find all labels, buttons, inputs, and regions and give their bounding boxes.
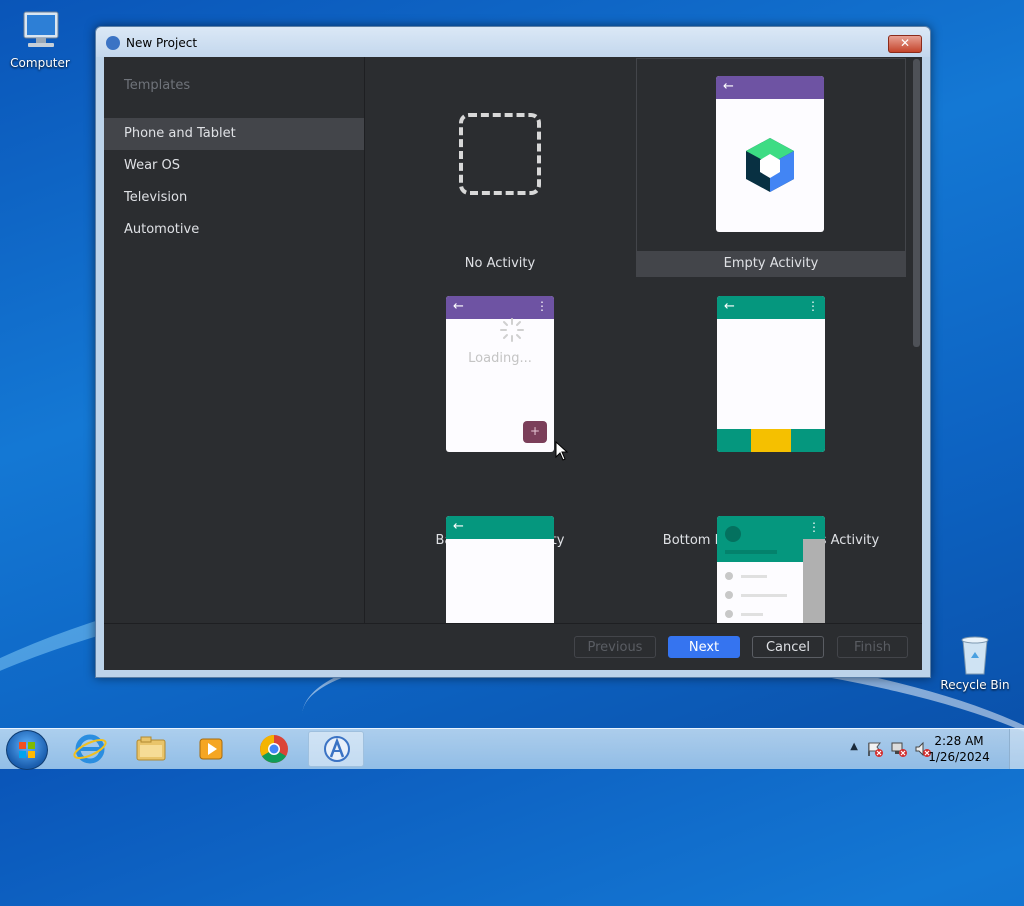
template-bottom-navigation-views-activity[interactable]: ← ⋮ Bottom Navigation Views Activity: [636, 277, 906, 548]
clock-date: 1/26/2024: [928, 750, 990, 764]
start-button[interactable]: [6, 730, 48, 770]
previous-button[interactable]: Previous: [574, 636, 656, 658]
taskbar-android-studio[interactable]: [308, 731, 364, 767]
sidebar-header: Templates: [124, 78, 191, 93]
taskbar-chrome[interactable]: [246, 731, 302, 767]
back-arrow-icon: ←: [453, 299, 464, 314]
drawer-scrim: [803, 539, 825, 623]
template-label: Empty Activity: [636, 251, 906, 277]
app-bar: ←: [446, 516, 554, 539]
fab-add-icon: +: [523, 421, 547, 443]
bottom-nav-selected-item: [751, 429, 791, 452]
chrome-icon: [260, 735, 288, 763]
overflow-menu-icon: ⋮: [536, 299, 548, 313]
taskbar-media-player[interactable]: [184, 731, 240, 767]
template-preview: ← ⋮ Loading... +: [446, 296, 554, 452]
template-basic-views-activity[interactable]: ← ⋮ Loading... + Basic Views Act: [365, 277, 635, 548]
media-player-icon: [199, 738, 223, 760]
back-arrow-icon: ←: [453, 519, 464, 534]
clock[interactable]: 2:28 AM 1/26/2024: [924, 733, 994, 765]
taskbar-file-explorer[interactable]: [123, 731, 179, 767]
mouse-cursor-icon: [555, 441, 569, 461]
bottom-navigation-bar: [717, 429, 825, 452]
list-line: [741, 613, 763, 616]
template-preview: ←: [446, 516, 554, 623]
show-desktop-button[interactable]: [1009, 729, 1024, 769]
sidebar-item-automotive[interactable]: Automotive: [104, 214, 364, 246]
template-preview: ⋮: [717, 516, 825, 623]
empty-template-icon: [459, 113, 541, 195]
folder-icon: [136, 736, 166, 761]
scrollbar-thumb[interactable]: [913, 59, 920, 347]
back-arrow-icon: ←: [724, 299, 735, 314]
list-bullet: [725, 572, 733, 580]
network-icon[interactable]: [890, 741, 908, 757]
title-bar[interactable]: New Project ✕: [96, 27, 930, 57]
loading-text: Loading...: [468, 351, 532, 366]
desktop-icon-computer[interactable]: Computer: [0, 8, 80, 70]
desktop-icon-recycle-bin[interactable]: Recycle Bin: [935, 630, 1015, 692]
taskbar-internet-explorer[interactable]: [62, 731, 118, 767]
template-preview: ←: [716, 76, 824, 232]
overflow-menu-icon: ⋮: [803, 516, 825, 539]
show-hidden-icons-icon[interactable]: ▲: [850, 741, 858, 752]
android-studio-icon: [106, 36, 120, 50]
dialog-button-bar: Previous Next Cancel Finish: [104, 623, 922, 670]
internet-explorer-icon: [73, 734, 107, 764]
recycle-bin-icon: [951, 630, 999, 675]
list-line: [741, 594, 787, 597]
sidebar-item-wear-os[interactable]: Wear OS: [104, 150, 364, 182]
template-preview: ← ⋮: [717, 296, 825, 452]
drawer-header-line: [725, 550, 777, 554]
sidebar-item-television[interactable]: Television: [104, 182, 364, 214]
desktop-icon-label: Computer: [10, 56, 70, 70]
template-list-activity[interactable]: ←: [365, 497, 635, 623]
template-no-activity[interactable]: No Activity: [365, 57, 635, 277]
back-arrow-icon: ←: [723, 79, 734, 94]
android-studio-icon: [324, 736, 350, 762]
list-bullet: [725, 591, 733, 599]
drawer-header: [717, 516, 803, 562]
taskbar: ▲ 2:28 AM 1/26/2024: [0, 728, 1024, 770]
finish-button[interactable]: Finish: [837, 636, 908, 658]
templates-sidebar: Templates Phone and Tablet Wear OS Telev…: [104, 57, 365, 623]
sidebar-item-phone-and-tablet[interactable]: Phone and Tablet: [104, 118, 364, 150]
list-bullet: [725, 610, 733, 618]
window-title: New Project: [126, 36, 198, 50]
overflow-menu-icon: ⋮: [807, 299, 819, 313]
compose-logo-icon: [746, 138, 794, 192]
action-center-flag-icon[interactable]: [866, 741, 884, 757]
template-label: No Activity: [464, 256, 536, 271]
template-navigation-drawer-activity[interactable]: ⋮: [636, 497, 906, 623]
new-project-window: New Project ✕ Templates Phone and Tablet…: [95, 26, 931, 678]
next-button[interactable]: Next: [668, 636, 740, 658]
app-bar: ←: [716, 76, 824, 99]
template-grid: No Activity ← Empty Activity ← ⋮ Loading…: [365, 57, 922, 623]
cancel-button[interactable]: Cancel: [752, 636, 824, 658]
avatar: [725, 526, 741, 542]
list-line: [741, 575, 767, 578]
desktop-icon-label: Recycle Bin: [940, 678, 1010, 692]
template-empty-activity[interactable]: ← Empty Activity: [636, 58, 906, 278]
app-bar: ← ⋮: [717, 296, 825, 319]
close-button[interactable]: ✕: [888, 35, 922, 53]
dialog-body: Templates Phone and Tablet Wear OS Telev…: [104, 57, 922, 670]
clock-time: 2:28 AM: [934, 734, 984, 748]
loading-spinner-icon: [500, 318, 524, 342]
computer-icon: [16, 8, 64, 52]
windows-logo-icon: [19, 742, 35, 758]
